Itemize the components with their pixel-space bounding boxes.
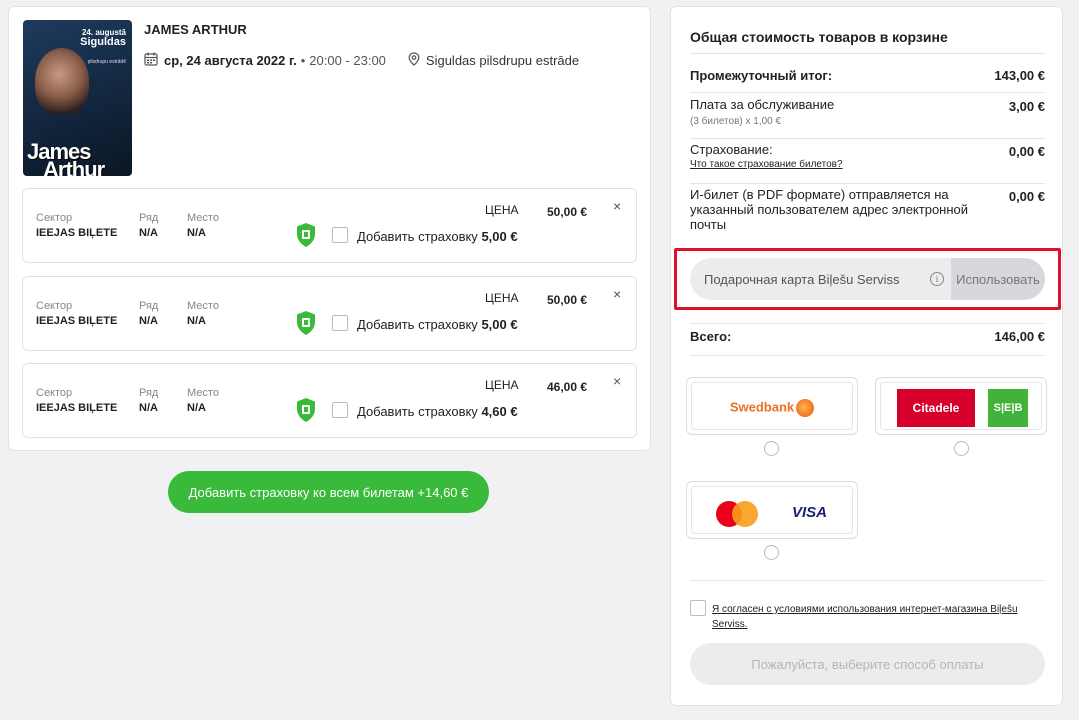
add-insurance-checkbox[interactable] [332,402,348,418]
ticket-sector: Сектор IEEJAS BIĻETE [36,300,118,327]
payment-radio-swedbank[interactable] [764,441,779,456]
ticket-row: Ряд N/A [139,387,159,414]
divider [690,92,1045,93]
ticket-card: Сектор IEEJAS BIĻETE Ряд N/A Место N/A Ц… [22,276,637,351]
poster-photo [35,48,89,114]
swedbank-sun-icon [796,399,815,417]
ticket-price-label: ЦЕНА [485,378,519,392]
apply-gift-card-button[interactable]: Использовать [951,258,1045,300]
add-insurance-all-button[interactable]: Добавить страховку ко всем билетам +14,6… [168,471,489,513]
event-venue: Siguldas pilsdrupu estrāde [425,53,580,68]
gift-card-field: i Использовать [690,258,1045,300]
meta-separator: • [300,53,306,68]
ticket-row: Ряд N/A [139,300,159,327]
add-insurance-checkbox[interactable] [332,227,348,243]
ticket-seat: Место N/A [187,212,219,239]
payment-radio-card[interactable] [764,545,779,560]
remove-ticket-close-icon[interactable]: × [613,373,621,389]
insurance-shield-icon [295,222,317,248]
gift-card-input[interactable] [690,258,950,300]
citadele-logo: Citadele [897,389,975,427]
info-icon[interactable]: i [930,272,944,286]
event-time: 20:00 - 23:00 [309,53,386,68]
ticket-seat: Место N/A [187,387,219,414]
location-pin-icon [408,52,420,69]
ticket-sector: Сектор IEEJAS BIĻETE [36,387,118,414]
terms-link[interactable]: Я согласен с условиями использования инт… [712,602,1032,632]
ticket-price: 50,00 € [547,293,588,307]
add-insurance-label: Добавить страховку 5,00 € [357,229,518,244]
terms-checkbox[interactable] [690,600,706,616]
poster-venue: Siguldas [80,36,126,48]
event-date: ср, 24 августа 2022 г. [164,53,297,68]
divider [690,138,1045,139]
swedbank-logo: Swedbank [692,399,852,417]
insurance-row: Страхование: Что такое страхование билет… [690,142,1045,170]
ticket-price: 46,00 € [547,380,588,394]
service-fee-row: Плата за обслуживание (3 билетов) x 1,00… [690,97,1045,127]
summary-title: Общая стоимость товаров в корзине [690,29,948,45]
remove-ticket-close-icon[interactable]: × [613,198,621,214]
ticket-sector: Сектор IEEJAS BIĻETE [36,212,118,239]
calendar-icon [144,52,158,69]
ticket-price-label: ЦЕНА [485,203,519,217]
seb-logo: S|E|B [988,389,1028,427]
ticket-row: Ряд N/A [139,212,159,239]
total-row: Всего: 146,00 € [690,329,1045,344]
ticket-price-label: ЦЕНА [485,291,519,305]
insurance-shield-icon [295,310,317,336]
add-insurance-checkbox[interactable] [332,315,348,331]
remove-ticket-close-icon[interactable]: × [613,286,621,302]
eticket-row: И-билет (в PDF формате) отправляется на … [690,187,1045,232]
event-title: JAMES ARTHUR [144,22,247,37]
subtotal-row: Промежуточный итог: 143,00 € [690,68,1045,83]
insurance-info-link[interactable]: Что такое страхование билетов? [690,159,1045,170]
divider [690,355,1045,356]
mastercard-icon [716,501,760,527]
poster-venue-sub: pilsdrupu estrādē [87,59,126,65]
event-card: 24. augustā Siguldas pilsdrupu estrādē J… [8,6,651,451]
visa-logo: VISA [792,504,828,521]
payment-option-citadele-seb[interactable]: Citadele S|E|B [875,377,1047,435]
event-poster: 24. augustā Siguldas pilsdrupu estrādē J… [23,20,132,176]
ticket-card: Сектор IEEJAS BIĻETE Ряд N/A Место N/A Ц… [22,363,637,438]
divider [690,580,1045,581]
poster-name-line2: Arthur [43,157,105,177]
add-insurance-label: Добавить страховку 5,00 € [357,317,518,332]
payment-option-card[interactable]: VISA [686,481,858,539]
divider [690,323,1045,324]
divider [690,183,1045,184]
pay-button[interactable]: Пожалуйста, выберите способ оплаты [690,643,1045,685]
payment-radio-citadele-seb[interactable] [954,441,969,456]
payment-option-swedbank[interactable]: Swedbank [686,377,858,435]
event-meta: ср, 24 августа 2022 г. • 20:00 - 23:00 S… [144,52,579,69]
cart-summary-card: Общая стоимость товаров в корзине Промеж… [670,6,1063,706]
add-insurance-label: Добавить страховку 4,60 € [357,404,518,419]
ticket-price: 50,00 € [547,205,588,219]
divider [690,53,1045,54]
insurance-shield-icon [295,397,317,423]
ticket-card: Сектор IEEJAS BIĻETE Ряд N/A Место N/A Ц… [22,188,637,263]
ticket-seat: Место N/A [187,300,219,327]
